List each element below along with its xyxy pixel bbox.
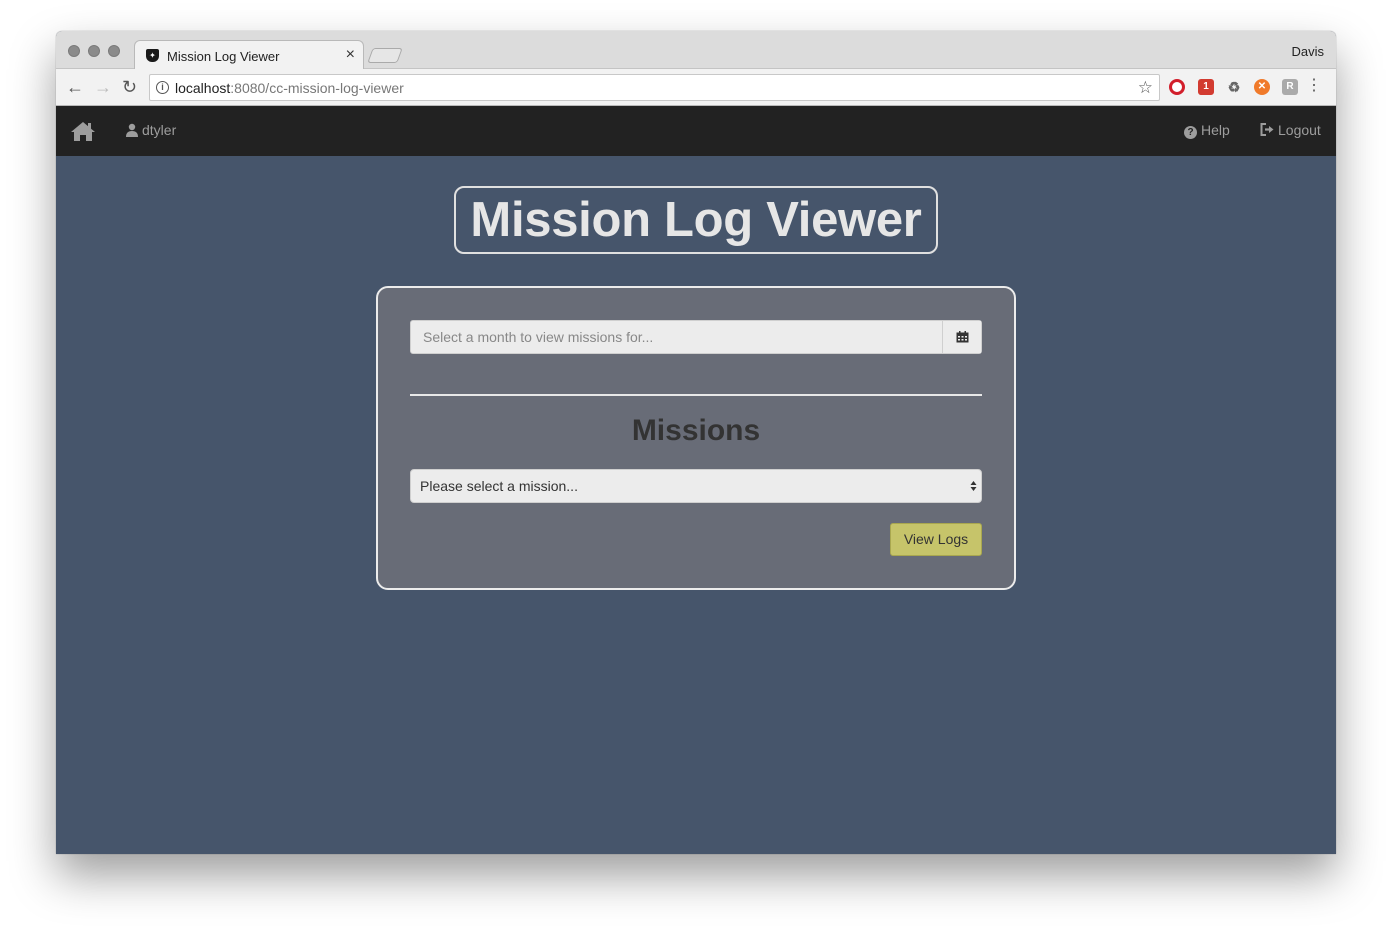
address-bar[interactable]: i localhost:8080/cc-mission-log-viewer ☆ [149,74,1160,101]
minimize-window-button[interactable] [88,45,100,57]
home-icon[interactable] [70,120,96,142]
url-host: localhost [175,80,231,96]
tab-title: Mission Log Viewer [167,49,280,64]
favicon-icon: ✦ [146,49,159,62]
app-navbar: dtyler ? Help Logout [56,106,1336,156]
reload-icon[interactable]: ↻ [122,76,137,98]
logout-icon [1260,123,1274,136]
forward-arrow-icon[interactable]: → [94,76,112,98]
calendar-extension-icon[interactable]: 1 [1198,79,1214,95]
browser-menu-icon[interactable]: ⋮ [1306,77,1322,95]
help-label: Help [1201,122,1230,138]
select-arrows-icon [970,481,977,491]
user-link[interactable]: dtyler [126,122,176,138]
tab-strip: ✦ Mission Log Viewer × Davis [56,31,1336,70]
tab-close-icon[interactable]: × [346,46,355,64]
question-circle-icon: ? [1184,126,1197,139]
month-picker [410,320,982,354]
close-window-button[interactable] [68,45,80,57]
new-tab-button[interactable] [367,48,403,63]
help-link[interactable]: ? Help [1184,122,1230,139]
bookmark-star-icon[interactable]: ☆ [1138,78,1153,98]
info-icon[interactable]: i [156,81,169,94]
logout-label: Logout [1278,122,1321,138]
browser-toolbar: ← → ↻ i localhost:8080/cc-mission-log-vi… [56,69,1336,106]
opera-extension-icon[interactable] [1169,79,1185,95]
section-divider [410,394,982,396]
month-input[interactable] [411,321,943,353]
mission-select-value: Please select a mission... [420,478,578,494]
gray-extension-icon[interactable]: R [1282,79,1298,95]
user-name: dtyler [142,122,177,138]
calendar-icon [956,331,969,343]
browser-tab[interactable]: ✦ Mission Log Viewer × [134,40,364,70]
missions-heading: Missions [631,414,761,447]
page-title: Mission Log Viewer [454,186,938,254]
mission-panel: Missions Please select a mission... View… [376,286,1016,590]
view-logs-button[interactable]: View Logs [890,523,982,556]
calendar-button[interactable] [942,321,981,353]
mission-select[interactable]: Please select a mission... [410,469,982,503]
recycle-extension-icon[interactable]: ♻ [1226,79,1242,95]
profile-name[interactable]: Davis [1291,44,1324,59]
user-icon [126,123,138,137]
logout-link[interactable]: Logout [1260,122,1321,138]
url-path: :8080/cc-mission-log-viewer [230,80,404,96]
url-text: localhost:8080/cc-mission-log-viewer [175,80,404,96]
browser-window: ✦ Mission Log Viewer × Davis ← → ↻ i loc… [56,31,1336,854]
back-arrow-icon[interactable]: ← [66,76,84,98]
zoom-window-button[interactable] [108,45,120,57]
main-content: Mission Log Viewer Mi [56,156,1336,854]
orange-extension-icon[interactable]: ✕ [1254,79,1270,95]
